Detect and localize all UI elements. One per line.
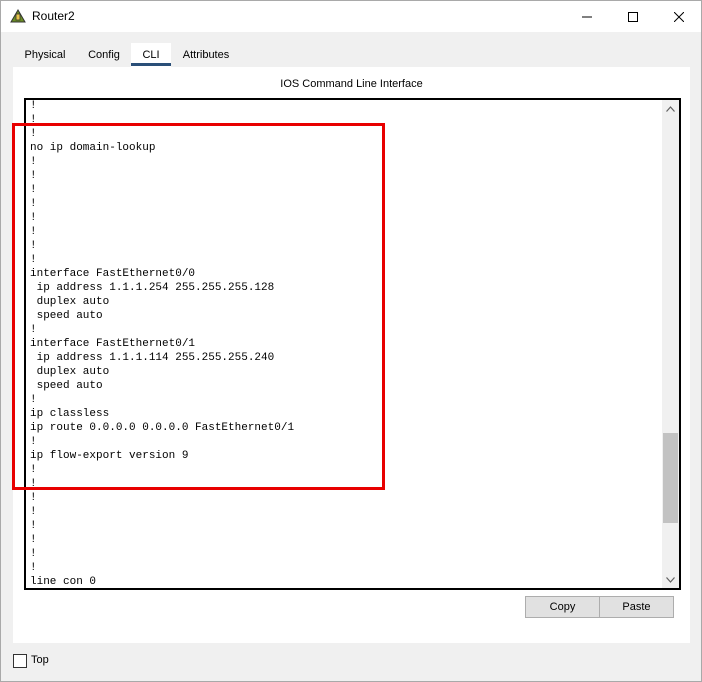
tab-physical[interactable]: Physical (13, 43, 77, 67)
copy-button[interactable]: Copy (525, 596, 600, 618)
window-title: Router2 (32, 9, 75, 23)
cli-panel: IOS Command Line Interface ! ! ! no ip d… (13, 67, 690, 643)
tab-attributes[interactable]: Attributes (175, 43, 237, 67)
cli-panel-title: IOS Command Line Interface (280, 78, 423, 90)
title-bar[interactable]: Router2 (1, 1, 701, 32)
router-app-icon (9, 8, 27, 24)
maximize-icon (628, 11, 638, 22)
cli-output-text[interactable]: ! ! ! no ip domain-lookup ! ! ! ! ! ! ! … (30, 100, 658, 588)
tab-cli-label: CLI (142, 49, 160, 61)
top-checkbox[interactable] (13, 654, 27, 668)
top-checkbox-label: Top (31, 654, 49, 666)
scroll-thumb[interactable] (663, 433, 678, 523)
cli-terminal[interactable]: ! ! ! no ip domain-lookup ! ! ! ! ! ! ! … (24, 98, 681, 590)
active-tab-indicator (131, 63, 171, 66)
maximize-button[interactable] (610, 1, 656, 32)
minimize-icon (582, 16, 592, 17)
scroll-down-arrow-icon[interactable] (662, 571, 679, 588)
router-window: Router2 Physical Config CLI Attributes I… (0, 0, 702, 682)
tab-attributes-label: Attributes (182, 49, 230, 61)
minimize-button[interactable] (564, 1, 610, 32)
cli-scrollbar[interactable] (662, 100, 679, 588)
tab-cli[interactable]: CLI (131, 43, 171, 67)
scroll-up-arrow-icon[interactable] (662, 100, 679, 117)
close-button[interactable] (656, 1, 702, 32)
tab-config-label: Config (88, 49, 120, 61)
close-icon (674, 11, 684, 22)
tab-config[interactable]: Config (81, 43, 127, 67)
paste-button[interactable]: Paste (599, 596, 674, 618)
tab-physical-label: Physical (24, 49, 66, 61)
